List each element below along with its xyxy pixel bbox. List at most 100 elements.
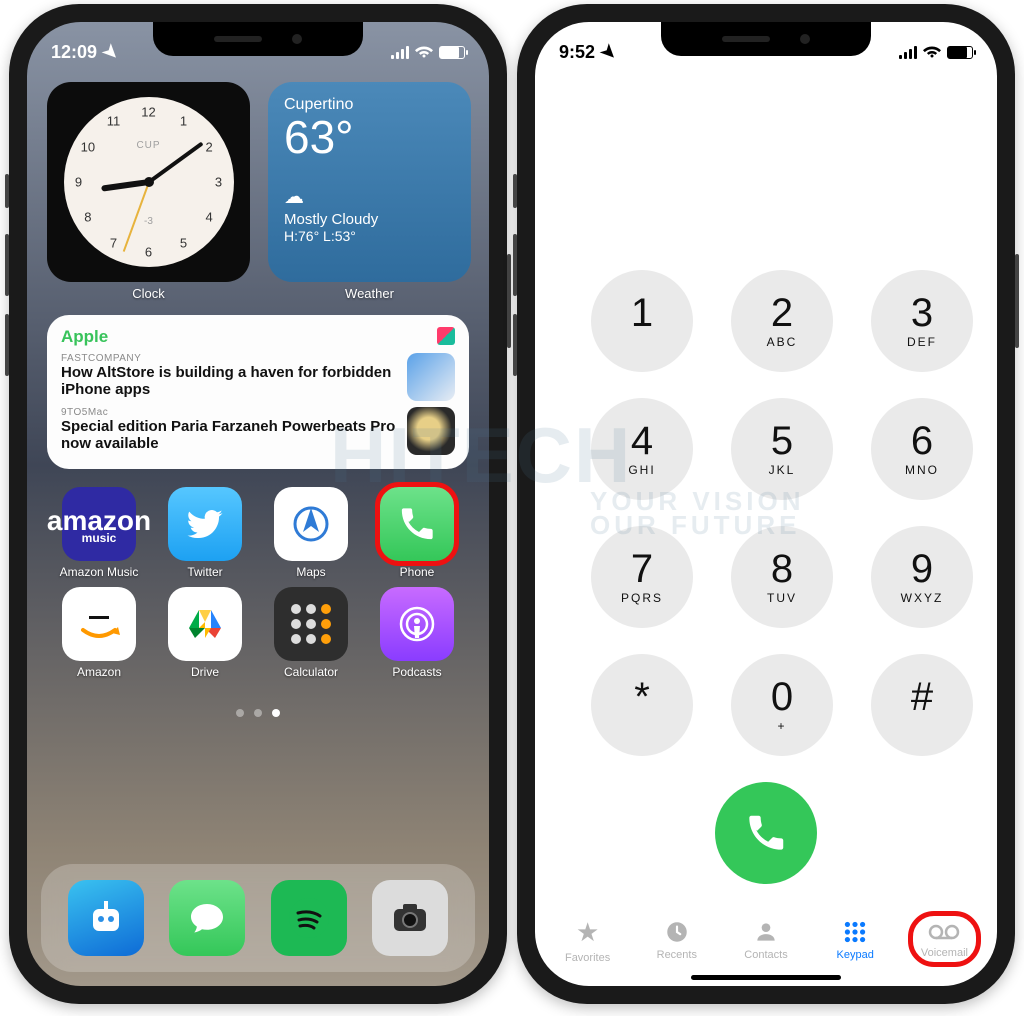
location-arrow-icon: ➤: [98, 39, 124, 65]
contacts-icon: [753, 919, 779, 945]
cloud-icon: ☁: [284, 184, 455, 209]
key-9[interactable]: 9 WXYZ: [871, 526, 973, 628]
clock-number: 2: [205, 140, 212, 155]
app-label: Amazon Music: [60, 565, 139, 579]
twitter-icon: [168, 487, 242, 561]
amazon-music-icon: amazonmusic: [62, 487, 136, 561]
clock-number: 11: [107, 114, 121, 129]
key-digit: 5: [771, 421, 793, 461]
key-letters: PQRS: [621, 591, 663, 605]
news-item[interactable]: 9TO5Mac Special edition Paria Farzaneh P…: [61, 407, 455, 455]
clock-number: 7: [110, 235, 117, 250]
app-label: Calculator: [284, 665, 338, 679]
app-drive[interactable]: Drive: [159, 587, 251, 679]
app-label: Maps: [296, 565, 325, 579]
key-#[interactable]: #: [871, 654, 973, 756]
news-item[interactable]: FASTCOMPANY How AltStore is building a h…: [61, 353, 455, 401]
left-phone-frame: 12:09 ➤ CUP -3: [9, 4, 507, 1004]
weather-widget[interactable]: Cupertino 63° ☁ Mostly Cloudy H:76° L:53…: [268, 82, 471, 282]
clock-number: 10: [81, 140, 95, 155]
key-digit: 9: [911, 549, 933, 589]
weather-hilo: H:76° L:53°: [284, 228, 455, 244]
app-label: Twitter: [187, 565, 222, 579]
key-3[interactable]: 3 DEF: [871, 270, 973, 372]
app-amazon[interactable]: Amazon: [53, 587, 145, 679]
key-*[interactable]: *: [591, 654, 693, 756]
key-letters: WXYZ: [901, 591, 944, 605]
key-0[interactable]: 0+: [731, 654, 833, 756]
key-7[interactable]: 7PQRS: [591, 526, 693, 628]
call-button[interactable]: [715, 782, 817, 884]
key-letters: MNO: [905, 463, 939, 477]
key-letters: +: [777, 719, 786, 733]
key-digit: #: [911, 677, 933, 717]
highlight-ring: [375, 482, 459, 566]
news-thumbnail: [407, 407, 455, 455]
wifi-icon: [415, 45, 433, 59]
dock-camera[interactable]: [372, 880, 448, 956]
app-label: Phone: [400, 565, 435, 579]
tab-recents[interactable]: Recents: [632, 919, 721, 961]
app-podcasts[interactable]: Podcasts: [371, 587, 463, 679]
key-4[interactable]: 4GHI: [591, 398, 693, 500]
notch: [153, 22, 363, 56]
key-digit: 3: [911, 293, 933, 333]
drive-icon: [168, 587, 242, 661]
clock-widget-label: Clock: [47, 286, 250, 301]
weather-temp: 63°: [284, 114, 455, 160]
clock-number: 3: [215, 175, 222, 190]
clock-number: 12: [141, 105, 155, 120]
dock-messages[interactable]: [169, 880, 245, 956]
clock-number: 8: [84, 210, 91, 225]
dock-spotify[interactable]: [271, 880, 347, 956]
key-1[interactable]: 1: [591, 270, 693, 372]
status-time: 9:52: [559, 42, 595, 63]
battery-icon: [439, 46, 465, 59]
app-grid: amazonmusic Amazon Music Twitter Maps: [27, 469, 489, 679]
tab-favorites[interactable]: ★Favorites: [543, 917, 632, 964]
app-phone[interactable]: Phone: [371, 487, 463, 579]
page-indicator[interactable]: [27, 709, 489, 717]
location-arrow-icon: ➤: [596, 39, 622, 65]
app-label: Drive: [191, 665, 219, 679]
app-maps[interactable]: Maps: [265, 487, 357, 579]
clock-number: 5: [180, 235, 187, 250]
clock-sub: -3: [144, 216, 153, 227]
clock-number: 9: [75, 175, 82, 190]
amazon-icon: [62, 587, 136, 661]
home-screen: 12:09 ➤ CUP -3: [27, 22, 489, 986]
key-letters: DEF: [907, 335, 937, 349]
key-5[interactable]: 5 JKL: [731, 398, 833, 500]
phone-icon: [380, 487, 454, 561]
tab-contacts[interactable]: Contacts: [721, 919, 810, 961]
tab-label: Favorites: [565, 952, 610, 964]
app-calculator[interactable]: Calculator: [265, 587, 357, 679]
tab-label: Keypad: [837, 949, 874, 961]
home-indicator[interactable]: [691, 975, 841, 980]
weather-condition: Mostly Cloudy: [284, 211, 455, 228]
key-digit: 0: [771, 677, 793, 717]
dock-assistant[interactable]: [68, 880, 144, 956]
tab-bar: ★Favorites Recents Contacts Keypad Voicemail: [535, 904, 997, 976]
key-8[interactable]: 8TUV: [731, 526, 833, 628]
app-twitter[interactable]: Twitter: [159, 487, 251, 579]
key-letters: JKL: [769, 463, 796, 477]
news-widget[interactable]: Apple FASTCOMPANY How AltStore is buildi…: [47, 315, 469, 469]
clock-face: CUP -3 121234567891011: [64, 97, 234, 267]
keypad-icon: [842, 919, 868, 945]
tab-keypad[interactable]: Keypad: [811, 919, 900, 961]
news-headline: Special edition Paria Farzaneh Powerbeat…: [61, 418, 397, 453]
apple-news-icon: [437, 327, 455, 345]
key-6[interactable]: 6 MNO: [871, 398, 973, 500]
battery-icon: [947, 46, 973, 59]
wifi-icon: [923, 45, 941, 59]
key-digit: 6: [911, 421, 933, 461]
app-amazon-music[interactable]: amazonmusic Amazon Music: [53, 487, 145, 579]
tab-label: Recents: [657, 949, 697, 961]
hour-hand: [101, 179, 149, 192]
clock-widget[interactable]: CUP -3 121234567891011: [47, 82, 250, 282]
key-2[interactable]: 2ABC: [731, 270, 833, 372]
news-title: Apple: [61, 327, 455, 347]
key-digit: 4: [631, 421, 653, 461]
tab-voicemail[interactable]: Voicemail: [900, 921, 989, 959]
